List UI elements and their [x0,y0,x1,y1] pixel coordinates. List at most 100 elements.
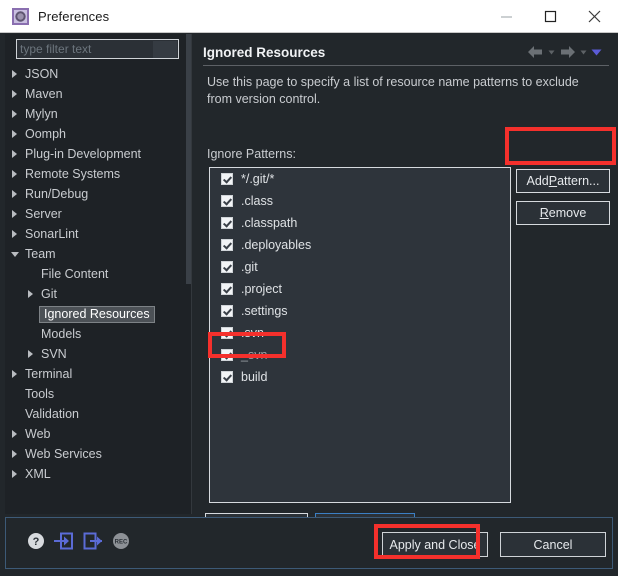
add-pattern-mnemonic: P [548,174,558,188]
pattern-row[interactable]: */.git/* [210,168,510,190]
chevron-right-icon[interactable] [11,369,20,379]
page-nav-icons [526,44,609,60]
pattern-checkbox[interactable] [221,217,233,229]
preference-tree[interactable]: JSON Maven Mylyn Oomph Plug-in Development Re… [11,64,185,508]
pattern-checkbox[interactable] [221,239,233,251]
sidebar-item-git[interactable]: Git [11,284,185,304]
pattern-row[interactable]: .svn [210,322,510,344]
chevron-right-icon[interactable] [11,429,20,439]
remove-button[interactable]: Remove [516,201,610,225]
sidebar-item-label: Models [41,327,82,341]
sidebar-item-terminal[interactable]: Terminal [11,364,185,384]
pattern-list-scrollbar[interactable] [506,168,510,502]
pattern-row[interactable]: .settings [210,300,510,322]
pattern-row[interactable]: .project [210,278,510,300]
sidebar-item-web[interactable]: Web [11,424,185,444]
chevron-right-icon[interactable] [11,89,20,99]
record-icon[interactable]: REC [112,532,130,550]
pattern-row[interactable]: .classpath [210,212,510,234]
pattern-checkbox[interactable] [221,195,233,207]
pattern-checkbox[interactable] [221,371,233,383]
chevron-right-icon[interactable] [11,469,20,479]
chevron-right-icon[interactable] [11,109,20,119]
sidebar-item-label: Remote Systems [25,167,121,181]
sidebar-item-remote-systems[interactable]: Remote Systems [11,164,185,184]
back-dropdown-icon[interactable] [547,45,556,59]
pane-divider[interactable] [191,34,197,514]
sidebar-item-ignored-resources[interactable]: Ignored Resources [11,304,185,324]
chevron-right-icon[interactable] [11,169,20,179]
sidebar-item-models[interactable]: Models [11,324,185,344]
ignore-patterns-list[interactable]: */.git/* .class .classpath .deployables .git… [209,167,511,503]
chevron-right-icon[interactable] [27,289,36,299]
chevron-right-icon[interactable] [11,229,20,239]
add-pattern-button[interactable]: Add Pattern... [516,169,610,193]
sidebar-item-maven[interactable]: Maven [11,84,185,104]
pattern-checkbox[interactable] [221,173,233,185]
sidebar-item-plug-in-development[interactable]: Plug-in Development [11,144,185,164]
preferences-gear-icon [12,7,29,25]
cancel-button[interactable]: Cancel [500,532,606,557]
pattern-label: .deployables [241,238,312,252]
sidebar-item-file-content[interactable]: File Content [11,264,185,284]
sidebar-item-label: Run/Debug [25,187,89,201]
page-title: Ignored Resources [203,44,326,60]
sidebar-item-svn[interactable]: SVN [11,344,185,364]
help-icon[interactable]: ? [27,532,45,550]
sidebar-item-xml[interactable]: XML [11,464,185,484]
pattern-checkbox[interactable] [221,349,233,361]
export-icon[interactable] [83,532,103,550]
chevron-right-icon[interactable] [11,69,20,79]
pattern-label: */.git/* [241,172,275,186]
clear-icon[interactable] [153,40,177,58]
sidebar-item-label: SonarLint [25,227,79,241]
apply-and-close-button[interactable]: Apply and Close [382,532,488,557]
sidebar-item-oomph[interactable]: Oomph [11,124,185,144]
pattern-checkbox[interactable] [221,261,233,273]
chevron-right-icon[interactable] [11,149,20,159]
filter-box[interactable] [16,39,179,59]
pattern-checkbox[interactable] [221,327,233,339]
pattern-checkbox[interactable] [221,283,233,295]
sidebar-item-label: Web [25,427,51,441]
forward-arrow-icon[interactable] [558,44,577,60]
chevron-right-icon[interactable] [11,189,20,199]
chevron-right-icon[interactable] [11,449,20,459]
sidebar-item-label: Team [25,247,56,261]
pattern-row[interactable]: .git [210,256,510,278]
pattern-checkbox[interactable] [221,305,233,317]
import-icon[interactable] [54,532,74,550]
preference-page-pane: Ignored Resources Use this page to speci… [199,34,613,514]
maximize-button[interactable] [528,0,572,32]
view-menu-chevron-icon[interactable] [590,45,603,59]
chevron-down-icon[interactable] [11,250,20,259]
svg-text:?: ? [33,536,40,548]
sidebar-item-sonarlint[interactable]: SonarLint [11,224,185,244]
search-input[interactable] [17,41,152,57]
svg-text:REC: REC [115,540,128,546]
minimize-button[interactable] [484,0,528,32]
sidebar-item-tools[interactable]: Tools [11,384,185,404]
chevron-right-icon[interactable] [11,209,20,219]
sidebar-item-team[interactable]: Team [11,244,185,264]
sidebar-item-server[interactable]: Server [11,204,185,224]
sidebar-item-web-services[interactable]: Web Services [11,444,185,464]
pattern-row[interactable]: .deployables [210,234,510,256]
sidebar-item-mylyn[interactable]: Mylyn [11,104,185,124]
close-button[interactable] [572,0,616,32]
sidebar-item-label: Ignored Resources [39,305,155,323]
sidebar-item-label: Maven [25,87,63,101]
sidebar-item-json[interactable]: JSON [11,64,185,84]
chevron-right-icon[interactable] [11,129,20,139]
pattern-row[interactable]: .class [210,190,510,212]
sidebar-item-label: Validation [25,407,79,421]
pattern-row[interactable]: build [210,366,510,388]
sidebar-item-run-debug[interactable]: Run/Debug [11,184,185,204]
back-arrow-icon[interactable] [526,44,545,60]
sidebar-item-validation[interactable]: Validation [11,404,185,424]
chevron-right-icon[interactable] [27,349,36,359]
pattern-row[interactable]: _svn [210,344,510,366]
forward-dropdown-icon[interactable] [579,45,588,59]
